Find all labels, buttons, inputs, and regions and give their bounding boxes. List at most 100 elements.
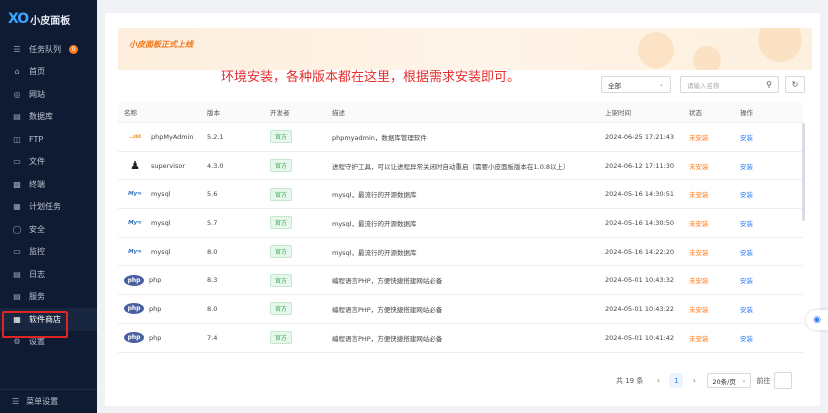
menu-settings-button[interactable]: ☰ 菜单设置 [0,389,97,413]
sidebar-item-terminal[interactable]: ▩ 终端 [0,173,97,196]
install-button[interactable]: 安装 [734,247,774,257]
software-name: mysql [151,190,171,199]
gear-icon: ⚙ [13,337,21,347]
software-version: 5.7 [207,218,218,227]
page-size-value: 20条/页 [712,377,736,386]
software-name: phpMyAdmin [151,132,194,141]
table-header: 名称 版本 开发者 描述 上架时间 状态 操作 [118,102,803,123]
software-version: 8.0 [207,304,218,313]
goto-page-input[interactable] [774,372,793,389]
release-time: 2024-05-01 10:43:22 [605,304,675,313]
banner: 小皮面板正式上线 [118,28,812,70]
calendar-icon: ▦ [13,202,21,212]
col-header-status: 状态 [689,109,702,117]
sidebar-item-monitor[interactable]: ▭ 监控 [0,241,97,264]
col-header-version: 版本 [207,109,220,117]
php-logo-icon: php [124,274,144,286]
release-time: 2024-05-01 10:41:42 [605,333,675,342]
table-row: ..ılıl phpMyAdmin 5.2.1 官方 phpmyadmin，数据库… [118,123,803,152]
page-number-current[interactable]: 1 [669,373,684,388]
globe-icon: ◎ [13,89,21,99]
search-icon[interactable]: ⚲ [766,80,772,89]
sidebar-item-label: 任务队列 [29,44,61,54]
software-version: 7.4 [207,333,218,342]
refresh-icon: ↻ [791,80,799,89]
software-description: 编程语言PHP，方便快捷搭建网站必备 [332,334,443,343]
page-size-select[interactable]: 20条/页 ⌄ [707,373,752,388]
table-row: My≈ mysql 5.6 官方 mysql，最流行的开源数据库 2024-05-… [118,180,803,210]
sidebar-item-services[interactable]: ▤ 服务 [0,286,97,309]
category-select[interactable]: 全部 ⌄ [601,76,671,93]
install-status: 未安装 [689,334,709,343]
sidebar-item-files[interactable]: ▭ 文件 [0,151,97,174]
shield-icon: ◯ [12,224,22,234]
sidebar-item-label: 监控 [29,247,45,257]
banner-title: 小皮面板正式上线 [129,40,193,49]
next-page-button[interactable]: › [687,374,701,388]
supervisor-logo-icon: ♟ [130,159,140,173]
sidebar-item-ftp[interactable]: ◫ FTP [0,128,97,151]
install-button[interactable]: 安装 [734,132,774,142]
home-icon: ⌂ [14,67,20,77]
list-icon: ☰ [13,44,21,54]
folder-icon: ▭ [13,157,21,167]
software-version: 5.6 [207,190,218,199]
search-input[interactable]: 请输入名称 ⚲ [680,76,779,93]
install-status: 未安装 [689,277,709,286]
software-version: 8.0 [207,247,218,256]
install-status: 未安装 [689,219,709,228]
mysql-logo-icon: My≈ [128,219,142,226]
mysql-logo-icon: My≈ [128,191,142,198]
software-version: 4.3.0 [207,161,224,170]
install-button[interactable]: 安装 [734,218,774,228]
sidebar-item-website[interactable]: ◎ 网站 [0,83,97,106]
sidebar-item-label: 计划任务 [29,202,61,212]
install-button[interactable]: 安装 [734,161,774,171]
sidebar-item-logs[interactable]: ▤ 日志 [0,263,97,286]
col-header-name: 名称 [124,109,137,117]
table-row: php php 8.0 官方 编程语言PHP，方便快捷搭建网站必备 2024-05… [118,295,803,324]
ftp-icon: ◫ [13,134,21,144]
install-button[interactable]: 安装 [734,333,774,343]
col-header-time: 上架时间 [605,109,631,117]
sidebar-item-cron[interactable]: ▦ 计划任务 [0,196,97,219]
app-logo[interactable]: XO 小皮面板 [0,0,97,38]
sidebar-item-security[interactable]: ◯ 安全 [0,218,97,241]
install-button[interactable]: 安装 [734,189,774,199]
log-icon: ▤ [13,269,21,279]
install-button[interactable]: 安装 [734,304,774,314]
pagination-total: 共 19 条 [616,376,644,385]
sidebar-item-home[interactable]: ⌂ 首页 [0,61,97,84]
table-row: php php 8.3 官方 编程语言PHP，方便快捷搭建网站必备 2024-05… [118,266,803,296]
release-time: 2024-05-16 14:22:20 [605,247,675,256]
developer-tag: 官方 [270,187,293,201]
software-name: supervisor [151,161,185,170]
release-time: 2024-06-12 17:11:30 [605,161,675,170]
release-time: 2024-05-16 14:30:50 [605,218,675,227]
menu-icon: ☰ [12,397,20,406]
release-time: 2024-06-25 17:21:43 [605,132,675,141]
prev-page-button[interactable]: ‹ [651,374,665,388]
mysql-logo-icon: My≈ [128,248,142,255]
refresh-button[interactable]: ↻ [785,76,805,93]
sidebar-item-task-queue[interactable]: ☰ 任务队列 0 [0,38,97,61]
banner-decoration [693,46,721,70]
software-version: 5.2.1 [207,132,224,141]
banner-decoration [758,28,802,62]
sidebar-item-label: 服务 [29,292,45,302]
pagination: 共 19 条 ‹ 1 › 20条/页 ⌄ 前往 [616,372,793,389]
install-button[interactable]: 安装 [734,275,774,285]
sidebar-item-label: 数据库 [29,112,53,122]
col-header-description: 描述 [332,109,345,117]
table-scrollbar[interactable] [802,123,805,221]
floating-assistant-button[interactable]: ◉ [806,310,828,330]
software-description: mysql，最流行的开源数据库 [332,219,417,228]
service-icon: ▤ [13,292,21,302]
sidebar-item-database[interactable]: ▤ 数据库 [0,106,97,129]
php-logo-icon: php [124,332,144,344]
release-time: 2024-05-01 10:43:32 [605,276,675,285]
install-status: 未安装 [689,191,709,200]
chevron-down-icon: ⌄ [741,377,747,384]
table-row: php php 7.4 官方 编程语言PHP，方便快捷搭建网站必备 2024-05… [118,324,803,353]
menu-settings-label: 菜单设置 [26,397,59,406]
